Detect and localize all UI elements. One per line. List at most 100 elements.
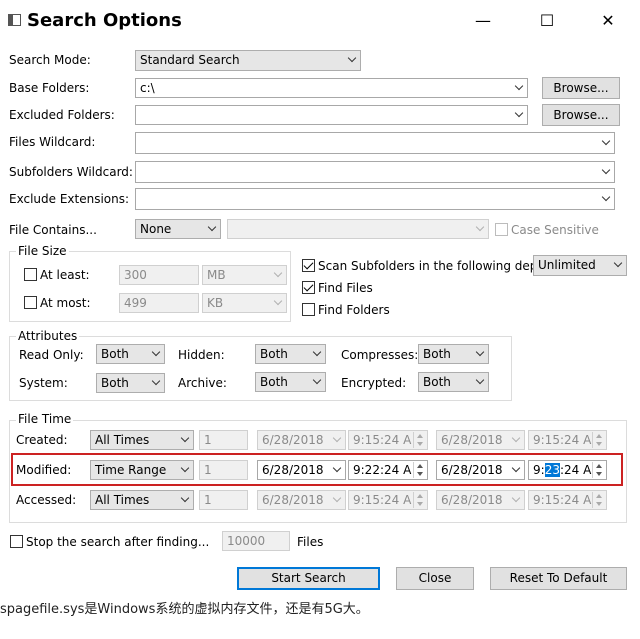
subfolders-wildcard-input[interactable] [135, 161, 615, 183]
chevron-down-icon [512, 434, 520, 442]
search-mode-label: Search Mode: [9, 53, 91, 67]
chevron-down-icon [512, 464, 520, 472]
at-most-input[interactable]: 499 [119, 293, 199, 313]
file-contains-text-input[interactable] [227, 219, 489, 239]
at-most-unit-select[interactable]: KB [202, 293, 287, 313]
find-folders-checkbox[interactable] [302, 303, 315, 316]
exclude-extensions-input[interactable] [135, 188, 615, 210]
accessed-number-input[interactable]: 1 [199, 490, 248, 510]
created-time-from[interactable]: 9:15:24 A [348, 430, 428, 450]
maximize-button[interactable]: ☐ [524, 8, 570, 34]
search-mode-value: Standard Search [140, 53, 240, 67]
scan-subfolders-label: Scan Subfolders in the following depth: [318, 259, 554, 273]
created-date-to-value: 6/28/2018 [441, 433, 503, 447]
minimize-button[interactable]: — [460, 8, 506, 34]
chevron-down-icon [181, 434, 189, 442]
title-bar: Search Options — ☐ ✕ [0, 0, 640, 42]
chevron-down-icon [333, 434, 341, 442]
chevron-down-icon [476, 376, 484, 384]
base-folders-value: c:\ [140, 81, 155, 95]
start-search-button[interactable]: Start Search [237, 567, 380, 590]
modified-mode-select[interactable]: Time Range [90, 460, 194, 480]
at-least-value: 300 [124, 268, 147, 282]
at-least-unit-select[interactable]: MB [202, 265, 287, 285]
modified-mode-value: Time Range [95, 463, 167, 477]
created-time-to[interactable]: 9:15:24 A [528, 430, 607, 450]
file-time-group-label: File Time [16, 412, 74, 426]
modified-time-to[interactable]: 9:23:24 A [528, 460, 607, 480]
spinner-icon[interactable] [413, 432, 426, 448]
at-most-checkbox[interactable] [24, 296, 37, 309]
scan-subfolders-checkbox[interactable] [302, 259, 315, 272]
base-folders-browse-button[interactable]: Browse... [542, 77, 620, 99]
compresses-value: Both [423, 347, 451, 361]
modified-label: Modified: [16, 463, 72, 477]
scan-depth-select[interactable]: Unlimited [533, 255, 627, 276]
chevron-down-icon [208, 223, 216, 231]
system-select[interactable]: Both [96, 373, 165, 393]
encrypted-value: Both [423, 375, 451, 389]
close-button[interactable]: ✕ [585, 8, 631, 34]
at-least-input[interactable]: 300 [119, 265, 199, 285]
chevron-down-icon [348, 54, 356, 62]
find-files-checkbox[interactable] [302, 281, 315, 294]
search-mode-select[interactable]: Standard Search [135, 50, 361, 71]
created-time-from-value: 9:15:24 A [353, 433, 412, 447]
spinner-icon[interactable] [592, 462, 605, 478]
accessed-date-to[interactable]: 6/28/2018 [436, 490, 525, 510]
close-dialog-button[interactable]: Close [396, 567, 474, 590]
excluded-folders-input[interactable] [135, 105, 528, 125]
find-folders-label: Find Folders [318, 303, 390, 317]
file-size-group-label: File Size [16, 244, 69, 258]
created-number-input[interactable]: 1 [199, 430, 248, 450]
hidden-select[interactable]: Both [255, 344, 326, 364]
base-folders-input[interactable]: c:\ [135, 78, 528, 98]
chevron-down-icon [333, 494, 341, 502]
spinner-icon[interactable] [413, 462, 426, 478]
spinner-icon[interactable] [413, 492, 426, 508]
accessed-date-from-value: 6/28/2018 [262, 493, 324, 507]
modified-date-from[interactable]: 6/28/2018 [257, 460, 346, 480]
file-contains-mode-select[interactable]: None [135, 219, 221, 239]
read-only-value: Both [101, 347, 129, 361]
at-least-checkbox[interactable] [24, 268, 37, 281]
spinner-icon[interactable] [592, 432, 605, 448]
case-sensitive-checkbox[interactable] [495, 223, 508, 236]
created-date-to[interactable]: 6/28/2018 [436, 430, 525, 450]
stop-search-checkbox[interactable] [10, 535, 23, 548]
excluded-folders-browse-button[interactable]: Browse... [542, 104, 620, 126]
exclude-extensions-label: Exclude Extensions: [9, 192, 130, 206]
modified-date-to[interactable]: 6/28/2018 [436, 460, 525, 480]
created-mode-select[interactable]: All Times [90, 430, 194, 450]
chevron-down-icon [274, 297, 282, 305]
modified-time-to-selected-minute[interactable]: 23 [544, 463, 560, 477]
archive-select[interactable]: Both [255, 372, 326, 392]
chevron-down-icon [152, 348, 160, 356]
created-date-from-value: 6/28/2018 [262, 433, 324, 447]
chevron-down-icon [602, 137, 610, 145]
chevron-down-icon [333, 464, 341, 472]
compresses-select[interactable]: Both [418, 344, 489, 364]
reset-to-default-button[interactable]: Reset To Default [490, 567, 627, 590]
accessed-date-from[interactable]: 6/28/2018 [257, 490, 346, 510]
chevron-down-icon [512, 494, 520, 502]
modified-number-input[interactable]: 1 [199, 460, 248, 480]
created-number-value: 1 [204, 433, 212, 447]
encrypted-select[interactable]: Both [418, 372, 489, 392]
read-only-select[interactable]: Both [96, 344, 165, 364]
accessed-time-from[interactable]: 9:15:24 A [348, 490, 428, 510]
stop-search-count-input[interactable]: 10000 [222, 531, 290, 551]
accessed-time-to[interactable]: 9:15:24 A [528, 490, 607, 510]
modified-date-to-value: 6/28/2018 [441, 463, 503, 477]
hidden-value: Both [260, 347, 288, 361]
modified-time-to-rest: :24 A [559, 463, 592, 477]
created-label: Created: [16, 433, 68, 447]
spinner-icon[interactable] [592, 492, 605, 508]
attributes-group-label: Attributes [16, 329, 80, 343]
at-least-unit-value: MB [207, 268, 226, 282]
files-wildcard-input[interactable] [135, 132, 615, 154]
modified-time-from[interactable]: 9:22:24 A [348, 460, 428, 480]
accessed-mode-select[interactable]: All Times [90, 490, 194, 510]
accessed-time-from-value: 9:15:24 A [353, 493, 412, 507]
created-date-from[interactable]: 6/28/2018 [257, 430, 346, 450]
